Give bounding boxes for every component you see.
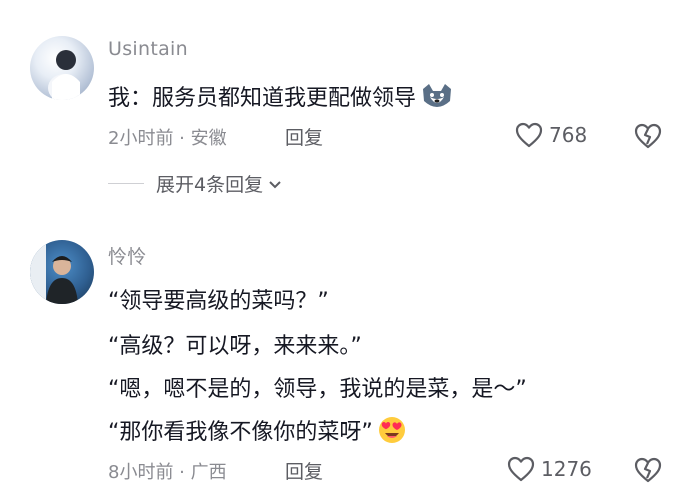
comment-line: “那你看我像不像你的菜呀” [108,420,373,445]
divider [108,183,144,184]
avatar-illustration [30,240,78,304]
avatar[interactable] [30,36,94,100]
heart-icon [515,122,543,148]
comment-line: “领导要高级的菜吗？” [108,289,329,314]
comment-author[interactable]: Usintain [108,38,188,60]
dislike-button[interactable] [634,457,662,487]
comment-line: “嗯，嗯不是的，领导，我说的是菜，是～” [108,377,527,402]
like-count: 768 [549,123,588,147]
like-button[interactable]: 1276 [507,456,592,482]
avatar[interactable] [30,240,94,304]
like-button[interactable]: 768 [515,122,587,148]
expand-replies-button[interactable]: 展开4条回复 [108,170,283,197]
chevron-down-icon [269,180,281,188]
like-count: 1276 [541,457,592,481]
heart-icon [507,456,535,482]
heart-eyes-emoji-icon [377,415,407,451]
comment-line: 我：服务员都知道我更配做领导 [108,86,417,111]
comment-meta: 8小时前 · 广西 [108,462,227,483]
broken-heart-icon [634,123,662,149]
comment-text: “那你看我像不像你的菜呀” [108,414,407,451]
broken-heart-icon [634,457,662,483]
comment-text: 我：服务员都知道我更配做领导 [108,80,454,117]
avatar-illustration [48,50,80,100]
reply-button[interactable]: 回复 [285,123,323,150]
comment-meta: 2小时前 · 安徽 [108,128,227,149]
reply-button[interactable]: 回复 [285,457,323,484]
comment-author[interactable]: 怜怜 [108,242,147,269]
expand-replies-label: 展开4条回复 [156,174,264,196]
dislike-button[interactable] [634,123,662,153]
dog-emoji-icon [420,83,454,117]
comment-line: “高级？可以呀，来来来。” [108,334,362,359]
